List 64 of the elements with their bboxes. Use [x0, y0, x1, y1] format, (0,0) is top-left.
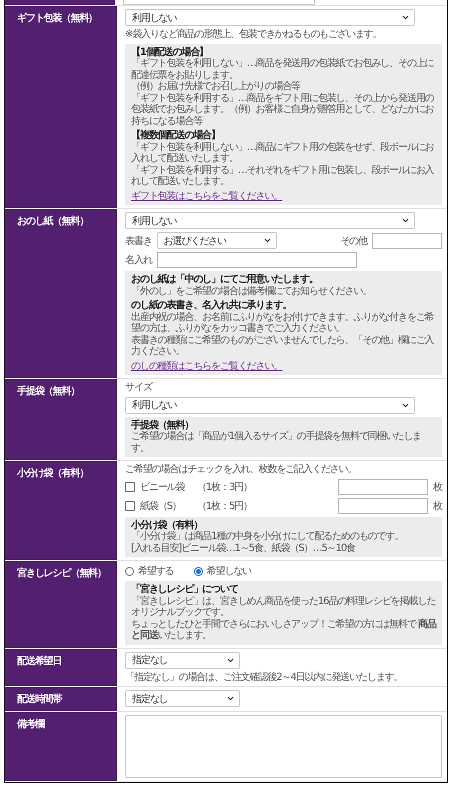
- info-heading: 手提袋（無料）: [131, 420, 194, 430]
- info-link[interactable]: のしの種類はこちらをご覧ください。: [131, 360, 282, 372]
- dropdown[interactable]: 利用しない: [125, 212, 415, 229]
- info-heading: おのし紙は「中のし」にてご用意いたします。: [131, 274, 319, 286]
- dropdown[interactable]: 利用しない: [125, 9, 415, 26]
- unit-text: 枚: [433, 500, 442, 512]
- row-label: 小分け袋（有料）: [17, 468, 88, 479]
- field-label: その他: [340, 234, 367, 248]
- help-text: ご希望の場合はチェックを入れ、枚数をご記入ください。: [125, 464, 358, 476]
- option-label: 紙袋（S）: [140, 500, 182, 512]
- info-text: 「ギフト包装を利用しない」…商品にギフト用の包装をせず、段ボールにお入れして配送いたします。: [131, 142, 435, 164]
- info-text: 「小分け袋」は商品1種の中身を小分けにして配るためのものです。: [131, 531, 404, 542]
- field-label: 名入れ: [125, 254, 152, 267]
- info-text: 表書きの種類にご希望のものがございませんでしたら、「その他」欄にご入力ください。: [131, 334, 435, 358]
- info-heading: 小分け袋（有料）: [131, 520, 204, 530]
- info-link[interactable]: ギフト包装はこちらをご覧ください。: [131, 190, 282, 202]
- chevron-down-icon: [226, 694, 235, 703]
- info-heading: 「宮きしレシピ」について: [131, 584, 239, 596]
- price-text: （1枚：3円）: [197, 480, 252, 494]
- option-label: ビニール袋: [140, 480, 186, 494]
- info-text: [入れる目安]ビニール袋…1～5食、紙袋（S）…5～10食: [131, 542, 356, 554]
- dropdown[interactable]: 利用しない: [125, 396, 415, 414]
- unit-text: 枚: [433, 480, 442, 494]
- info-text: 「ギフト包装を利用する」…それぞれをギフト用に包装し、段ボールにお入れして配送いたします。: [131, 164, 435, 188]
- info-text: 「宮きしレシピ」は、宮きしめん商品を使った16品の料理レシピを掲載したオリジナルブックです。: [131, 596, 436, 618]
- chevron-down-icon: [401, 13, 410, 22]
- row-label: 宮きしレシピ（無料）: [17, 568, 106, 579]
- row-label: ギフト包装（無料）: [17, 13, 98, 24]
- row-label: 手提袋（無料）: [17, 386, 80, 397]
- option-label: 希望しない: [206, 564, 252, 578]
- input-field[interactable]: [338, 498, 428, 514]
- chevron-down-icon: [262, 236, 272, 245]
- checkbox[interactable]: [125, 500, 135, 510]
- chevron-down-icon: [401, 216, 410, 225]
- input-field[interactable]: [156, 252, 357, 268]
- text-area[interactable]: [125, 715, 442, 778]
- info-text: 出産内祝の場合、お名前にふりがなをお付けできます。ふりがな付きをご希望の方は、ふりがなをカッコ書きでご入力ください。: [131, 312, 435, 334]
- input-field[interactable]: [372, 232, 442, 248]
- help-text: ※袋入りなど商品の形態上、包装できかねるものもございます。: [125, 29, 382, 40]
- input-field[interactable]: [338, 478, 428, 494]
- help-text: サイズ: [125, 382, 154, 394]
- radio-button[interactable]: [125, 566, 134, 576]
- info-heading: 【1個配送の場合】: [131, 46, 210, 58]
- row-label: おのし紙（無料）: [17, 216, 88, 227]
- field-label: 表書き: [125, 234, 152, 248]
- info-heading: 【複数個配送の場合】: [131, 130, 222, 142]
- help-text: 「指定なし」の場合は、ご注文確認後2～4日以内に発送いたします。: [125, 672, 404, 683]
- info-text: ちょっとしたひと手間でさらにおいしさアップ！ご希望の方には無料で 商品と同送いたします。: [131, 618, 436, 642]
- row-label: 備考欄: [17, 719, 44, 730]
- info-text: （例）お届け先様でお召し上がりの場合等: [131, 81, 302, 92]
- dropdown[interactable]: 指定なし: [125, 652, 240, 668]
- info-text: 「ギフト包装を利用しない」…商品を発送用の包装紙でお包みし、その上に配達伝票をお貼りします。: [131, 58, 435, 80]
- option-label: 希望する: [138, 564, 174, 578]
- info-text: 「外のし」をご希望の場合は備考欄にてお知らせください。: [131, 286, 372, 297]
- info-text: 「ギフト包装を利用する」…商品をギフト用に包装し、その上から発送用の包装紙でお包みします。（例）お客様ご自身が贈答用として、どなたかにお持ちになる場合等: [131, 92, 435, 127]
- info-text: ご希望の場合は「商品が1個入るサイズ」の手提袋を無料で同梱いたします。: [131, 431, 422, 454]
- radio-button[interactable]: [194, 566, 203, 576]
- dropdown[interactable]: お選びください: [156, 232, 277, 249]
- dropdown[interactable]: 指定なし: [125, 690, 240, 707]
- checkbox[interactable]: [125, 482, 135, 492]
- row-label: 配送希望日: [17, 656, 62, 666]
- row-label: 配送時間帯: [17, 694, 62, 705]
- price-text: （1枚：5円）: [197, 500, 252, 512]
- info-heading: のし紙の表書き、名入れ共に承ります。: [131, 300, 292, 312]
